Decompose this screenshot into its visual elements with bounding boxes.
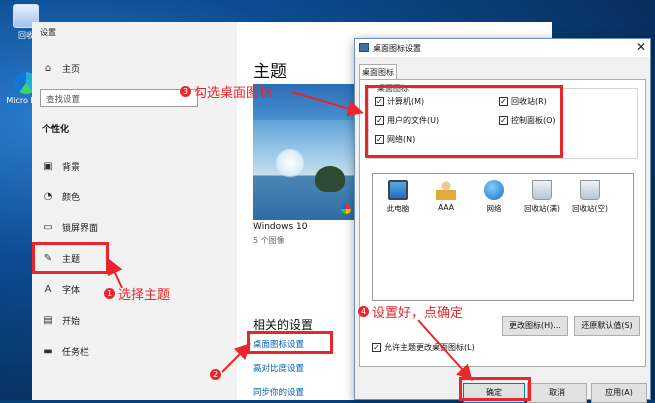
annotation-arrows: [107, 91, 473, 381]
annotation-1: 1 选择主题: [104, 284, 170, 303]
annotation-text: 选择主题: [118, 288, 171, 303]
arrow-3: [291, 91, 364, 117]
annotation-text: 勾选桌面图标: [194, 86, 273, 101]
annotation-4: 4 设置好，点确定: [358, 302, 463, 321]
arrow-4: [417, 319, 473, 381]
annotation-3: 3 勾选桌面图标: [180, 82, 272, 101]
annotation-2: 2: [210, 369, 221, 380]
arrow-2: [221, 343, 251, 373]
step-number: 4: [358, 306, 369, 317]
step-number: 3: [180, 86, 191, 97]
step-number: 1: [104, 288, 115, 299]
step-number: 2: [210, 369, 221, 380]
annotation-text: 设置好，点确定: [372, 306, 464, 321]
